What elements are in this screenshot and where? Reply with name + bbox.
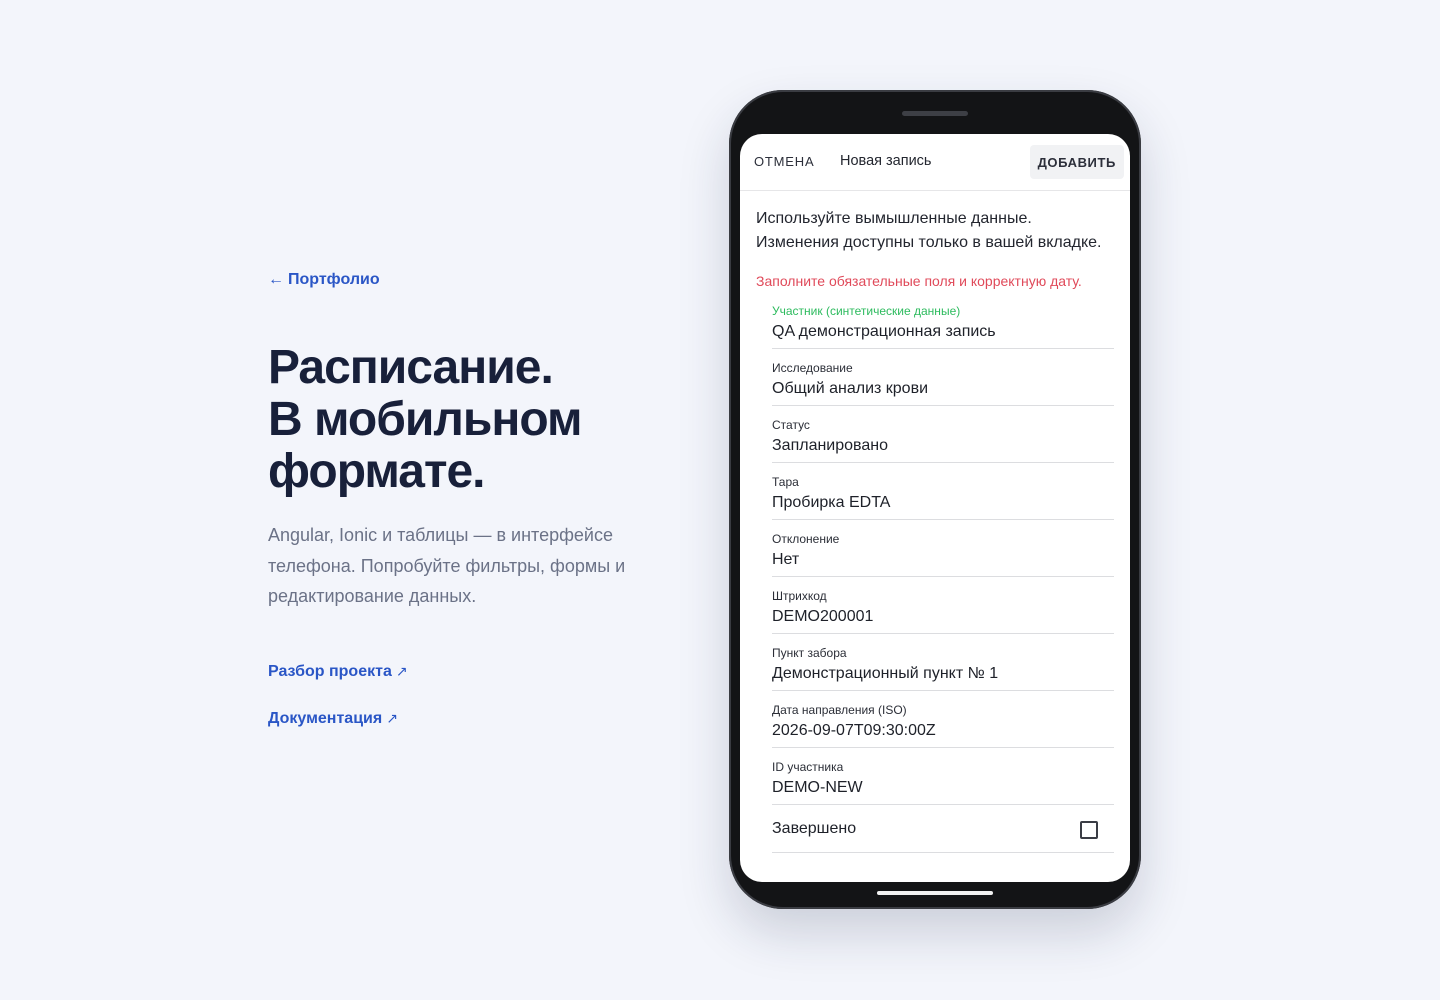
validation-error: Заполните обязательные поля и корректную…	[756, 273, 1082, 289]
study-select[interactable]: Общий анализ крови	[772, 380, 1102, 398]
lead-paragraph: Angular, Ionic и таблицы — в интерфейсе …	[268, 525, 626, 606]
status-select[interactable]: Запланировано	[772, 437, 1102, 455]
home-indicator	[877, 891, 993, 895]
page-title: Расписание. В мобильном формате.	[268, 342, 668, 498]
barcode-input[interactable]	[772, 608, 1102, 626]
modal-content: Используйте вымышленные данные. Изменени…	[740, 191, 1130, 853]
container-field[interactable]: Тара Пробирка EDTA	[772, 463, 1114, 520]
external-link-icon: ↗	[395, 662, 408, 679]
referral-date-field[interactable]: Дата направления (ISO)	[772, 691, 1114, 748]
collection-point-label: Пункт забора	[772, 646, 847, 660]
container-label: Тара	[772, 475, 799, 489]
phone-frame: ОТМЕНА Новая запись ДОБАВИТЬ Используйте…	[729, 90, 1141, 909]
project-breakdown-link[interactable]: Разбор проекта ↗	[268, 659, 668, 684]
participant-id-label: ID участника	[772, 760, 844, 774]
page-title-line-1: Расписание.	[268, 341, 554, 394]
phone-screen: ОТМЕНА Новая запись ДОБАВИТЬ Используйте…	[740, 134, 1130, 882]
participant-input[interactable]	[772, 323, 1102, 341]
participant-id-field[interactable]: ID участника	[772, 748, 1114, 805]
page-title-line-2: В мобильном	[268, 393, 583, 446]
modal-title: Новая запись	[840, 153, 932, 169]
barcode-label: Штрихкод	[772, 589, 827, 603]
completed-row[interactable]: Завершено	[772, 805, 1114, 853]
external-link-icon: ↗	[386, 709, 398, 726]
referral-date-input[interactable]	[772, 722, 1102, 740]
study-field[interactable]: Исследование Общий анализ крови	[772, 349, 1114, 406]
participant-id-input[interactable]	[772, 779, 1102, 797]
collection-point-field[interactable]: Пункт забора Демонстрационный пункт № 1	[772, 634, 1114, 691]
status-field[interactable]: Статус Запланировано	[772, 406, 1114, 463]
arrow-left-icon: ←	[268, 271, 284, 288]
completed-label: Завершено	[772, 820, 857, 837]
referral-date-label: Дата направления (ISO)	[772, 703, 907, 717]
demo-notice-line-1: Используйте вымышленные данные.	[756, 210, 1032, 227]
deviation-label: Отклонение	[772, 532, 840, 546]
cancel-button[interactable]: ОТМЕНА	[754, 154, 814, 169]
phone-speaker	[902, 111, 968, 116]
deviation-field[interactable]: Отклонение Нет	[772, 520, 1114, 577]
status-label: Статус	[772, 418, 810, 432]
back-to-portfolio-link[interactable]: ← Портфолио	[268, 268, 380, 292]
participant-label: Участник (синтетические данные)	[772, 304, 961, 318]
modal-toolbar: ОТМЕНА Новая запись ДОБАВИТЬ	[740, 134, 1130, 191]
documentation-label: Документация	[268, 709, 383, 727]
page-title-line-3: формате.	[268, 445, 485, 498]
completed-checkbox[interactable]	[1080, 821, 1098, 839]
external-links: Разбор проекта ↗ Документация ↗	[268, 659, 668, 731]
container-select[interactable]: Пробирка EDTA	[772, 494, 1102, 512]
collection-point-select[interactable]: Демонстрационный пункт № 1	[772, 665, 1102, 683]
barcode-field[interactable]: Штрихкод	[772, 577, 1114, 634]
demo-notice-line-2: Изменения доступны только в вашей вкладк…	[756, 234, 1102, 251]
project-breakdown-label: Разбор проекта	[268, 662, 392, 680]
add-button[interactable]: ДОБАВИТЬ	[1029, 145, 1124, 179]
intro-section: ← Портфолио Расписание. В мобильном форма…	[268, 268, 668, 753]
new-record-form: Участник (синтетические данные) Исследов…	[740, 292, 1130, 853]
back-link-label: Портфолио	[288, 271, 380, 288]
study-label: Исследование	[772, 361, 853, 375]
demo-notice: Используйте вымышленные данные. Изменени…	[756, 207, 1130, 255]
participant-field[interactable]: Участник (синтетические данные)	[772, 292, 1114, 349]
deviation-select[interactable]: Нет	[772, 551, 1102, 569]
documentation-link[interactable]: Документация ↗	[268, 706, 668, 731]
